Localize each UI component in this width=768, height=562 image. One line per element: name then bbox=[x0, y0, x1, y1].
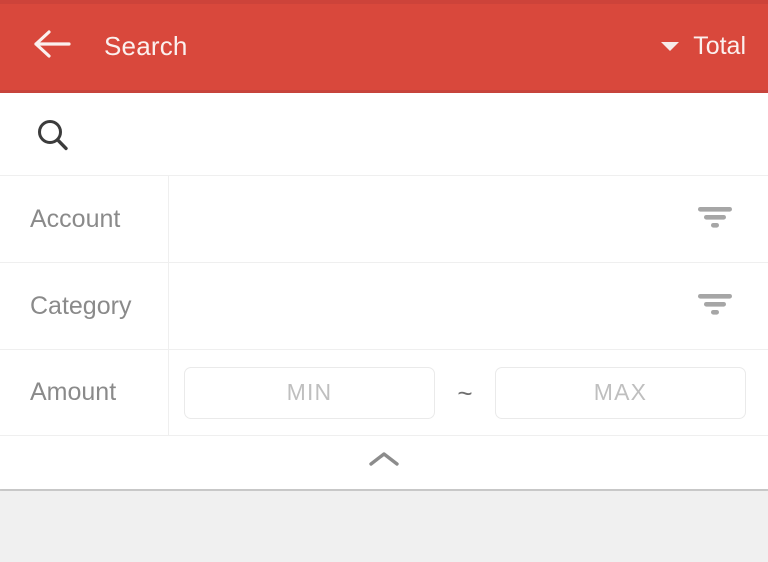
amount-max-input[interactable] bbox=[496, 367, 745, 418]
amount-min-field[interactable] bbox=[184, 366, 435, 419]
search-input[interactable] bbox=[92, 109, 742, 161]
caret-down-icon bbox=[661, 42, 680, 51]
total-dropdown[interactable]: Total bbox=[661, 0, 746, 93]
filter-row-category-label: Category bbox=[30, 291, 132, 320]
category-filter-list-button[interactable] bbox=[684, 263, 746, 349]
amount-range-fields: ~ bbox=[184, 350, 752, 435]
filter-panel: Account Category Amount MIN ~ MAX bbox=[0, 93, 768, 489]
filter-row-account[interactable]: Account bbox=[0, 176, 768, 263]
search-icon bbox=[30, 113, 76, 159]
row-divider bbox=[168, 263, 169, 349]
amount-min-input[interactable] bbox=[185, 367, 434, 418]
back-button[interactable] bbox=[24, 22, 80, 70]
app-bar: Search Total bbox=[0, 0, 768, 93]
row-divider bbox=[168, 350, 169, 435]
amount-range-separator: ~ bbox=[457, 377, 473, 408]
search-results-area bbox=[0, 491, 768, 562]
search-screen: Search Total Account Category Amount MIN… bbox=[0, 0, 768, 562]
total-dropdown-label: Total bbox=[693, 32, 746, 60]
filter-row-category[interactable]: Category bbox=[0, 263, 768, 350]
filter-row-amount-label: Amount bbox=[30, 378, 117, 406]
page-title: Search bbox=[104, 31, 188, 61]
chevron-up-icon bbox=[367, 449, 401, 476]
row-divider bbox=[168, 176, 169, 262]
filter-list-icon bbox=[695, 291, 735, 322]
filter-row-amount: Amount ~ bbox=[0, 350, 768, 436]
filter-list-icon bbox=[695, 204, 735, 235]
search-query-row[interactable] bbox=[0, 93, 768, 176]
filter-row-account-label: Account bbox=[30, 204, 121, 233]
collapse-filter-panel-button[interactable] bbox=[0, 436, 768, 488]
account-filter-list-button[interactable] bbox=[684, 176, 746, 262]
amount-max-field[interactable] bbox=[495, 366, 746, 419]
arrow-left-icon bbox=[33, 29, 71, 64]
